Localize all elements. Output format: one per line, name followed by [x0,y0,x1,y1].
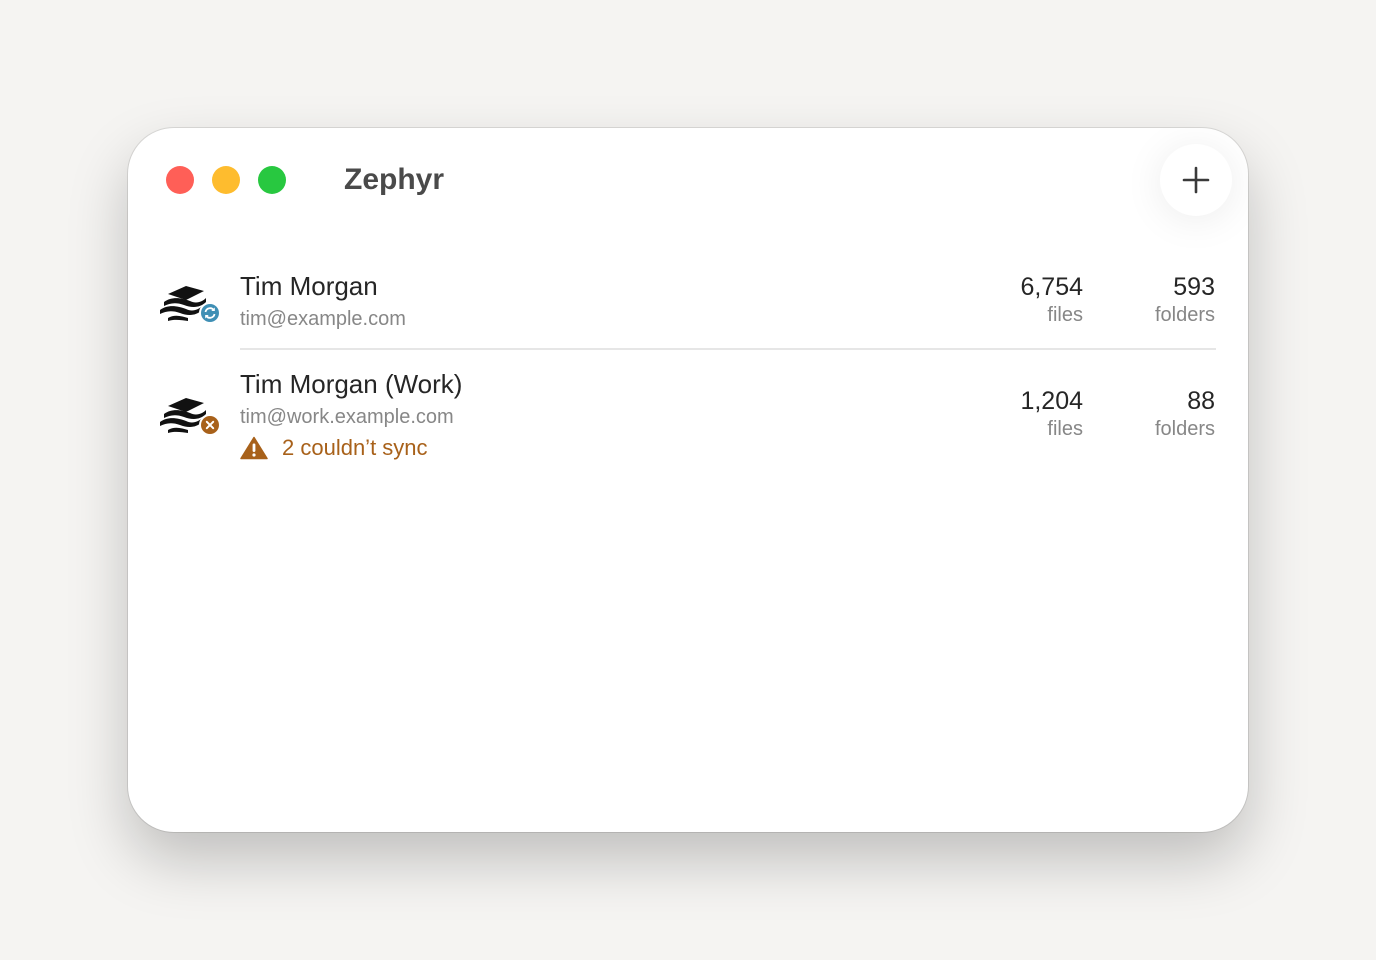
account-name: Tim Morgan (Work) [240,369,463,399]
app-window: Zephyr Tim Morgan tim@example.com 6,754 … [128,128,1248,832]
zephyr-account-icon [160,286,221,324]
files-stat: 1,204 files [953,386,1083,442]
zephyr-account-icon [160,398,221,436]
folders-label: folders [1154,418,1215,440]
account-email: tim@work.example.com [240,406,454,428]
folders-stat: 88 folders [1105,386,1215,442]
folders-count: 593 [1173,273,1215,301]
maximize-window-button[interactable] [258,166,286,194]
warning-text: 2 couldn’t sync [282,435,428,460]
files-label: files [1047,418,1083,440]
files-count: 6,754 [1020,273,1083,301]
folders-count: 88 [1187,387,1215,415]
account-name: Tim Morgan [240,271,378,301]
minimize-window-button[interactable] [212,166,240,194]
files-stat: 6,754 files [953,272,1083,328]
account-row-tim-morgan[interactable]: Tim Morgan tim@example.com 6,754 files 5… [128,268,1248,350]
error-badge-icon [199,414,221,436]
folders-label: folders [1154,304,1215,326]
app-title: Zephyr [344,163,445,196]
plus-icon [1182,166,1210,194]
account-row-tim-morgan-work[interactable]: Tim Morgan (Work) tim@work.example.com 2… [128,366,1248,466]
warning-triangle-icon [240,436,268,460]
folders-stat: 593 folders [1105,272,1215,328]
files-label: files [1047,304,1083,326]
account-email: tim@example.com [240,308,406,330]
sync-warning[interactable]: 2 couldn’t sync [240,434,428,462]
files-count: 1,204 [1020,387,1083,415]
row-divider [240,348,1216,350]
close-window-button[interactable] [166,166,194,194]
sync-badge-icon [199,302,221,324]
add-account-button[interactable] [1160,144,1232,216]
